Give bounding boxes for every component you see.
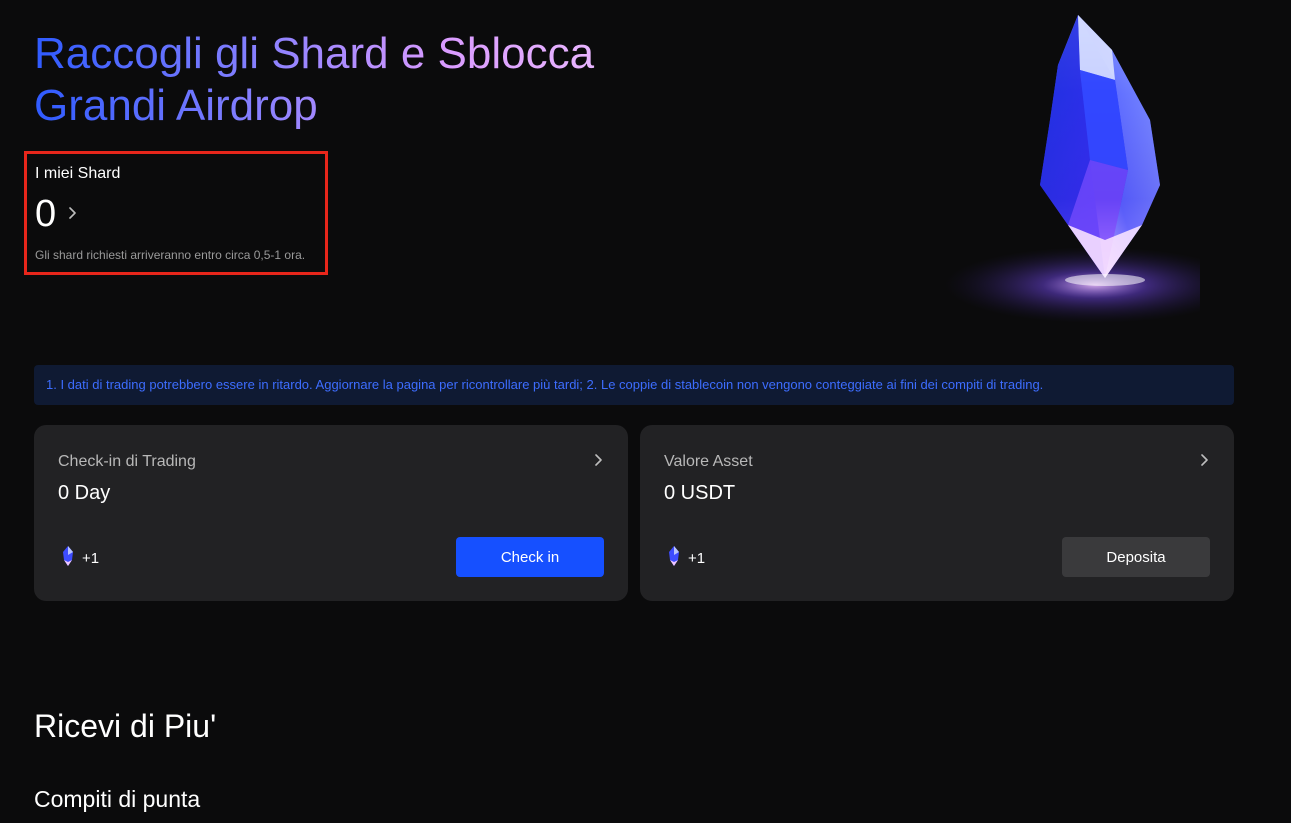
asset-value: 0 USDT	[664, 482, 736, 504]
my-shards-link[interactable]: 0	[35, 192, 325, 236]
shard-reward: +1	[668, 546, 705, 571]
hero-title: Raccogli gli Shard e Sblocca Grandi Aird…	[34, 28, 694, 132]
chevron-right-icon[interactable]	[594, 453, 604, 471]
checkin-days-value: 0 Day	[58, 482, 111, 504]
deposit-button[interactable]: Deposita	[1062, 537, 1210, 577]
shard-reward: +1	[62, 546, 99, 571]
asset-value-card: Valore Asset 0 USDT +1 Deposita	[640, 425, 1234, 601]
trading-checkin-card: Check-in di Trading 0 Day +1 Check in	[34, 425, 628, 601]
shards-count: 0	[35, 193, 57, 235]
chevron-right-icon	[68, 206, 78, 224]
card-title: Valore Asset	[664, 453, 753, 470]
my-shards-label: I miei Shard	[35, 165, 121, 182]
chevron-right-icon[interactable]	[1200, 453, 1210, 471]
top-tasks-heading: Compiti di punta	[34, 786, 201, 812]
get-more-heading: Ricevi di Piu'	[34, 708, 217, 744]
check-in-button[interactable]: Check in	[456, 537, 604, 577]
shard-gem-icon	[668, 546, 680, 571]
shard-gem-icon	[62, 546, 74, 571]
shards-page: Raccogli gli Shard e Sblocca Grandi Aird…	[0, 0, 1291, 823]
reward-amount: +1	[82, 550, 100, 567]
card-title: Check-in di Trading	[58, 453, 196, 470]
my-shards-panel: I miei Shard 0 Gli shard richiesti arriv…	[24, 151, 328, 275]
trading-notice: 1. I dati di trading potrebbero essere i…	[34, 365, 1234, 405]
crystal-illustration	[930, 10, 1245, 350]
shards-arrival-note: Gli shard richiesti arriveranno entro ci…	[35, 248, 306, 262]
reward-amount: +1	[688, 550, 706, 567]
